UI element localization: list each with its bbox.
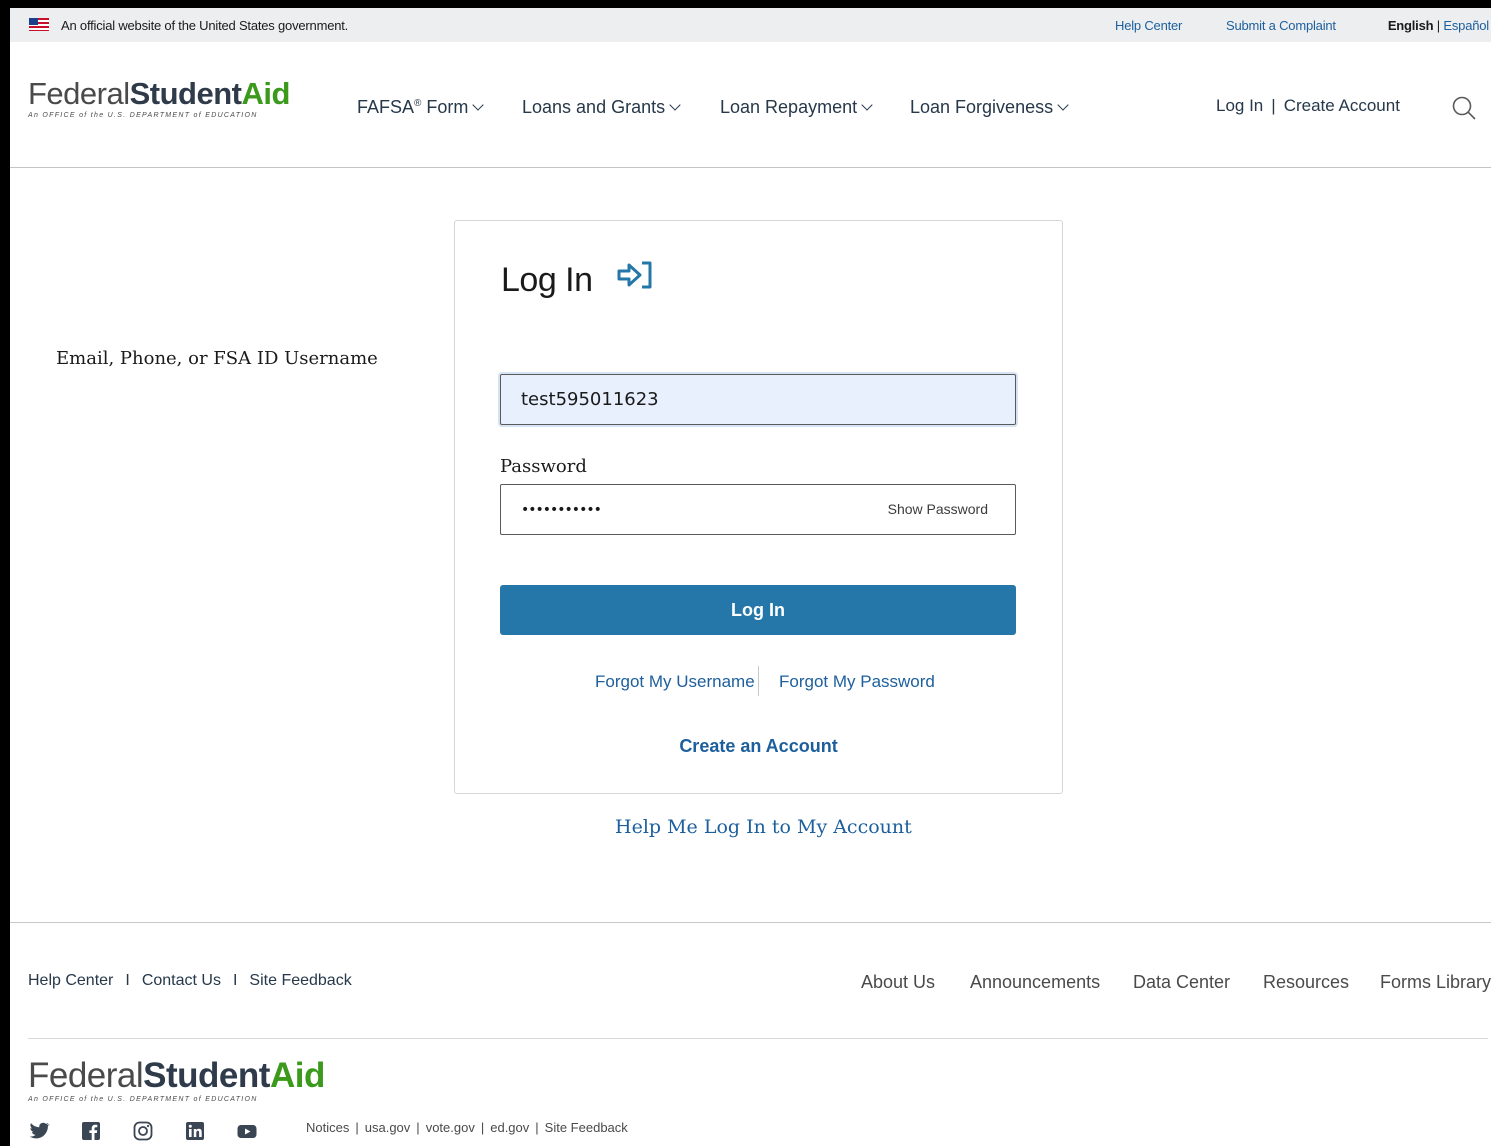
footer-logo-wordmark: FederalStudentAid (28, 1056, 325, 1095)
footer-divider-2 (28, 1038, 1488, 1039)
login-arrow-icon (617, 261, 652, 289)
chevron-down-icon (669, 99, 681, 111)
footer-resources-link[interactable]: Resources (1263, 972, 1349, 993)
forgot-username-link[interactable]: Forgot My Username (595, 672, 755, 692)
account-links: Log In | Create Account (1216, 96, 1400, 115)
nav-fafsa-form[interactable]: FAFSA® Form (357, 97, 485, 118)
notices-link[interactable]: Notices (306, 1120, 349, 1135)
header-create-account-link[interactable]: Create Account (1284, 96, 1400, 115)
footer-divider (10, 922, 1491, 923)
instagram-icon[interactable] (132, 1120, 154, 1142)
logo-wordmark: FederalStudentAid (28, 76, 290, 111)
footer-help-center-link[interactable]: Help Center (28, 972, 113, 989)
lang-separator: | (1436, 18, 1440, 33)
footer-forms-library-link[interactable]: Forms Library (1380, 972, 1491, 993)
fsa-logo[interactable]: FederalStudentAid An OFFICE of the U.S. … (28, 78, 290, 119)
footer-utility-links: Help Center I Contact Us I Site Feedback (28, 972, 352, 989)
search-icon[interactable] (1451, 95, 1477, 121)
help-center-link[interactable]: Help Center (1115, 18, 1182, 33)
site-header: FederalStudentAid An OFFICE of the U.S. … (10, 42, 1491, 168)
password-label: Password (500, 456, 587, 477)
language-switcher: English | Español (1388, 18, 1489, 33)
lang-english-link[interactable]: English (1388, 18, 1434, 33)
footer-site-feedback-link[interactable]: Site Feedback (249, 972, 351, 989)
footer-contact-us-link[interactable]: Contact Us (142, 972, 221, 989)
footer-bottom-site-feedback-link[interactable]: Site Feedback (545, 1120, 628, 1135)
nav-loan-repayment[interactable]: Loan Repayment (720, 97, 873, 118)
us-flag-icon (29, 18, 49, 31)
login-title: Log In (501, 261, 593, 299)
username-input[interactable]: test595011623 (500, 374, 1016, 425)
chevron-down-icon (472, 99, 485, 111)
gov-banner: An official website of the United States… (10, 8, 1491, 42)
show-password-toggle[interactable]: Show Password (888, 485, 988, 534)
twitter-icon[interactable] (28, 1120, 50, 1142)
footer-logo-tagline: An OFFICE of the U.S. DEPARTMENT of EDUC… (28, 1096, 258, 1103)
nav-loans-and-grants[interactable]: Loans and Grants (522, 97, 681, 118)
footer-data-center-link[interactable]: Data Center (1133, 972, 1230, 993)
linkedin-icon[interactable] (184, 1120, 206, 1142)
password-input[interactable]: ••••••••••• Show Password (500, 484, 1016, 535)
usa-gov-link[interactable]: usa.gov (365, 1120, 411, 1135)
official-site-text: An official website of the United States… (61, 18, 349, 33)
login-submit-button[interactable]: Log In (500, 585, 1016, 635)
footer-about-us-link[interactable]: About Us (861, 972, 935, 993)
lang-espanol-link[interactable]: Español (1443, 18, 1489, 33)
footer-notices-links: Notices | usa.gov | vote.gov | ed.gov | Site Fee… (306, 1120, 628, 1135)
ed-gov-link[interactable]: ed.gov (490, 1120, 529, 1135)
header-login-link[interactable]: Log In (1216, 96, 1263, 115)
forgot-links-divider (758, 666, 759, 696)
forgot-password-link[interactable]: Forgot My Password (779, 672, 935, 692)
username-label: Email, Phone, or FSA ID Username (56, 348, 378, 369)
help-login-link[interactable]: Help Me Log In to My Account (615, 816, 912, 838)
submit-complaint-link[interactable]: Submit a Complaint (1226, 18, 1336, 33)
nav-loan-forgiveness[interactable]: Loan Forgiveness (910, 97, 1069, 118)
footer-announcements-link[interactable]: Announcements (970, 972, 1100, 993)
youtube-icon[interactable] (236, 1120, 258, 1142)
chevron-down-icon (861, 99, 873, 111)
footer-fsa-logo[interactable]: FederalStudentAid An OFFICE of the U.S. … (28, 1058, 325, 1103)
facebook-icon[interactable] (80, 1120, 102, 1142)
chevron-down-icon (1057, 99, 1069, 111)
logo-tagline: An OFFICE of the U.S. DEPARTMENT of EDUC… (28, 112, 258, 119)
page-frame: An official website of the United States… (10, 8, 1491, 1146)
create-account-link[interactable]: Create an Account (454, 736, 1063, 757)
vote-gov-link[interactable]: vote.gov (426, 1120, 475, 1135)
